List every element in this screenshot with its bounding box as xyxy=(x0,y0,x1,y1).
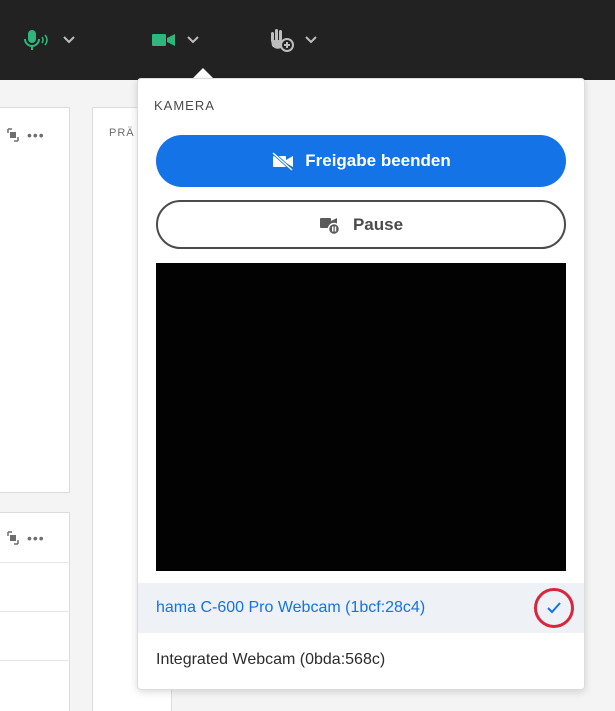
divider xyxy=(0,611,70,612)
raise-hand-icon xyxy=(271,29,294,52)
device-label: hama C-600 Pro Webcam (1bcf:28c4) xyxy=(156,599,426,616)
highlight-circle xyxy=(534,588,574,628)
fullscreen-icon[interactable] xyxy=(7,531,19,545)
divider xyxy=(0,562,70,563)
popover-arrow xyxy=(193,68,213,78)
camera-icon xyxy=(152,34,175,46)
camera-preview xyxy=(156,263,566,571)
pod-title: PRÄ xyxy=(109,127,135,139)
more-options-icon[interactable]: ••• xyxy=(27,531,45,545)
camera-menu-button[interactable] xyxy=(150,26,200,54)
microphone-icon xyxy=(24,30,48,50)
chevron-down-icon xyxy=(187,36,199,44)
top-toolbar xyxy=(0,0,615,80)
pause-label: Pause xyxy=(352,214,404,234)
stop-sharing-button[interactable]: Freigabe beenden xyxy=(156,135,566,187)
divider xyxy=(0,660,70,661)
camera-off-icon xyxy=(272,151,294,171)
pod-controls: ••• xyxy=(7,128,45,142)
popover-title: KAMERA xyxy=(154,98,215,113)
device-option-selected[interactable]: hama C-600 Pro Webcam (1bcf:28c4) xyxy=(138,583,584,633)
pod-controls: ••• xyxy=(7,531,45,545)
fullscreen-icon[interactable] xyxy=(7,128,19,142)
background-pod-bottom: ••• xyxy=(0,512,70,711)
pause-button[interactable]: Pause xyxy=(156,200,566,249)
microphone-menu-button[interactable] xyxy=(24,26,76,54)
camera-popover: KAMERA Freigabe beenden Pause hama C-600… xyxy=(137,78,585,690)
stop-sharing-label: Freigabe beenden xyxy=(305,151,451,170)
camera-pause-icon xyxy=(319,217,341,235)
chevron-down-icon xyxy=(305,36,317,44)
device-option[interactable]: Integrated Webcam (0bda:568c) xyxy=(138,635,584,685)
background-pod-top: ••• xyxy=(0,107,70,493)
selected-indicator xyxy=(534,588,574,628)
raise-hand-menu-button[interactable] xyxy=(268,26,318,54)
more-options-icon[interactable]: ••• xyxy=(27,128,45,142)
chevron-down-icon xyxy=(63,36,75,44)
device-label: Integrated Webcam (0bda:568c) xyxy=(156,651,386,668)
